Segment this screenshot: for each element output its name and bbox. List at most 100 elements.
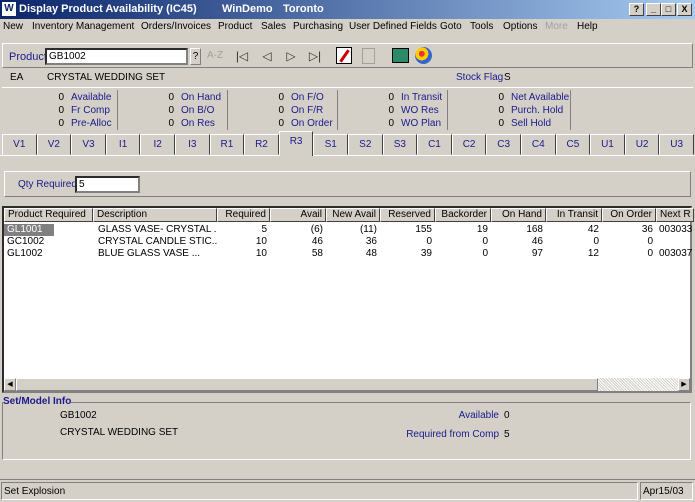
status-date: Apr15/03 [640, 482, 693, 500]
edit-note-icon[interactable] [336, 47, 352, 64]
menu-help[interactable]: Help [577, 21, 598, 32]
tab-c3[interactable]: C3 [486, 134, 521, 155]
menu-inventory-management[interactable]: Inventory Management [32, 21, 134, 32]
stat-value: 0 [58, 105, 64, 116]
column-header[interactable]: Backorder [435, 208, 491, 222]
qty-required-input[interactable]: 5 [75, 176, 140, 193]
table-cell: 10 [255, 248, 267, 259]
maximize-button[interactable]: □ [661, 3, 676, 16]
table-cell: 155 [415, 224, 432, 235]
column-header[interactable]: In Transit [546, 208, 602, 222]
set-required-label: Required from Comp [406, 429, 499, 440]
menu-product[interactable]: Product [218, 21, 252, 32]
stat-label: Sell Hold [511, 118, 552, 129]
tab-s3[interactable]: S3 [382, 134, 418, 155]
menu-orders-invoices[interactable]: Orders/Invoices [141, 21, 211, 32]
scroll-left-icon[interactable]: ◀ [4, 378, 16, 391]
column-header[interactable]: Next R [656, 208, 694, 222]
location-name: Toronto [283, 3, 324, 15]
stat-label: Fr Comp [71, 105, 110, 116]
minimize-button[interactable]: _ [646, 3, 661, 16]
stat-label: On F/R [291, 105, 324, 116]
menu-tools[interactable]: Tools [470, 21, 493, 32]
table-cell: GL1002 [7, 248, 43, 259]
tab-i3[interactable]: I3 [175, 134, 210, 155]
stat-value: 0 [168, 118, 174, 129]
tab-i1[interactable]: I1 [105, 134, 141, 155]
table-cell: (11) [359, 224, 377, 235]
scrollbar-thumb[interactable] [16, 378, 598, 391]
tab-r1[interactable]: R1 [209, 134, 245, 155]
menu-goto[interactable]: Goto [440, 21, 462, 32]
column-header[interactable]: Reserved [380, 208, 435, 222]
menu-bar: New Inventory Management Orders/Invoices… [0, 19, 695, 36]
tab-c4[interactable]: C4 [521, 134, 556, 155]
menu-more: More [545, 21, 568, 32]
tab-r3[interactable]: R3 [278, 131, 314, 156]
column-header[interactable]: On Order [602, 208, 656, 222]
table-cell: 0 [426, 236, 432, 247]
stat-value: 0 [168, 92, 174, 103]
palette-icon[interactable] [415, 47, 432, 64]
table-cell: 0 [482, 236, 488, 247]
blank-document-icon[interactable] [362, 48, 375, 64]
set-product-description: CRYSTAL WEDDING SET [60, 427, 179, 438]
menu-user-defined-fields[interactable]: User Defined Fields [349, 21, 437, 32]
column-header[interactable]: On Hand [491, 208, 546, 222]
column-header[interactable]: New Avail [326, 208, 380, 222]
tab-v1[interactable]: V1 [2, 134, 37, 155]
tab-s1[interactable]: S1 [313, 134, 348, 155]
table-cell: 46 [311, 236, 323, 247]
close-button[interactable]: X [677, 3, 692, 16]
stock-flag-label: Stock Flag [456, 72, 504, 83]
scroll-right-icon[interactable]: ▶ [678, 378, 690, 391]
tab-u1[interactable]: U1 [590, 134, 625, 155]
tab-c2[interactable]: C2 [451, 134, 487, 155]
horizontal-scrollbar[interactable]: ◀ ▶ [4, 378, 690, 391]
spreadsheet-icon[interactable] [392, 48, 409, 63]
table-cell: 97 [531, 248, 543, 259]
tab-u3[interactable]: U3 [659, 134, 694, 155]
column-header[interactable]: Avail [270, 208, 326, 222]
tab-r2[interactable]: R2 [244, 134, 279, 155]
table-cell [656, 236, 694, 248]
tab-u2[interactable]: U2 [624, 134, 660, 155]
menu-sales[interactable]: Sales [261, 21, 286, 32]
table-cell: GC1002 [7, 236, 45, 247]
az-sort-button[interactable]: A-Z [206, 47, 224, 65]
tab-v2[interactable]: V2 [36, 134, 72, 155]
table-cell: CRYSTAL CANDLE STIC... [98, 236, 217, 247]
stat-value: 0 [388, 92, 394, 103]
last-record-icon[interactable]: ▷| [306, 47, 324, 65]
stat-label: On Order [291, 118, 333, 129]
first-record-icon[interactable]: |◁ [233, 47, 251, 65]
status-text: Set Explosion [1, 482, 638, 500]
table-cell: 42 [587, 224, 599, 235]
title-bar: W Display Product Availability (IC45) Wi… [0, 0, 695, 19]
column-header[interactable]: Product Required [4, 208, 93, 222]
column-header[interactable]: Required [217, 208, 270, 222]
table-cell: 36 [641, 224, 653, 235]
menu-purchasing[interactable]: Purchasing [293, 21, 343, 32]
table-cell: 10 [255, 236, 267, 247]
menu-options[interactable]: Options [503, 21, 537, 32]
tab-c1[interactable]: C1 [417, 134, 452, 155]
tab-v3[interactable]: V3 [71, 134, 106, 155]
stat-label: On Hand [181, 92, 222, 103]
tab-i2[interactable]: I2 [140, 134, 175, 155]
stat-label: Pre-Alloc [71, 118, 112, 129]
table-cell: 0 [647, 248, 653, 259]
help-button[interactable]: ? [629, 3, 644, 16]
previous-record-icon[interactable]: ◁ [258, 47, 276, 65]
product-lookup-button[interactable]: ? [190, 48, 201, 65]
tab-c5[interactable]: C5 [555, 134, 591, 155]
column-header[interactable]: Description [93, 208, 217, 222]
product-input[interactable]: GB1002 [45, 48, 188, 65]
table-cell: 003037 [659, 248, 693, 259]
tab-s2[interactable]: S2 [348, 134, 383, 155]
menu-new[interactable]: New [3, 21, 23, 32]
table-cell: GL1001 [4, 224, 54, 236]
table-cell: 36 [365, 236, 377, 247]
next-record-icon[interactable]: ▷ [282, 47, 300, 65]
stat-label: WO Res [401, 105, 439, 116]
